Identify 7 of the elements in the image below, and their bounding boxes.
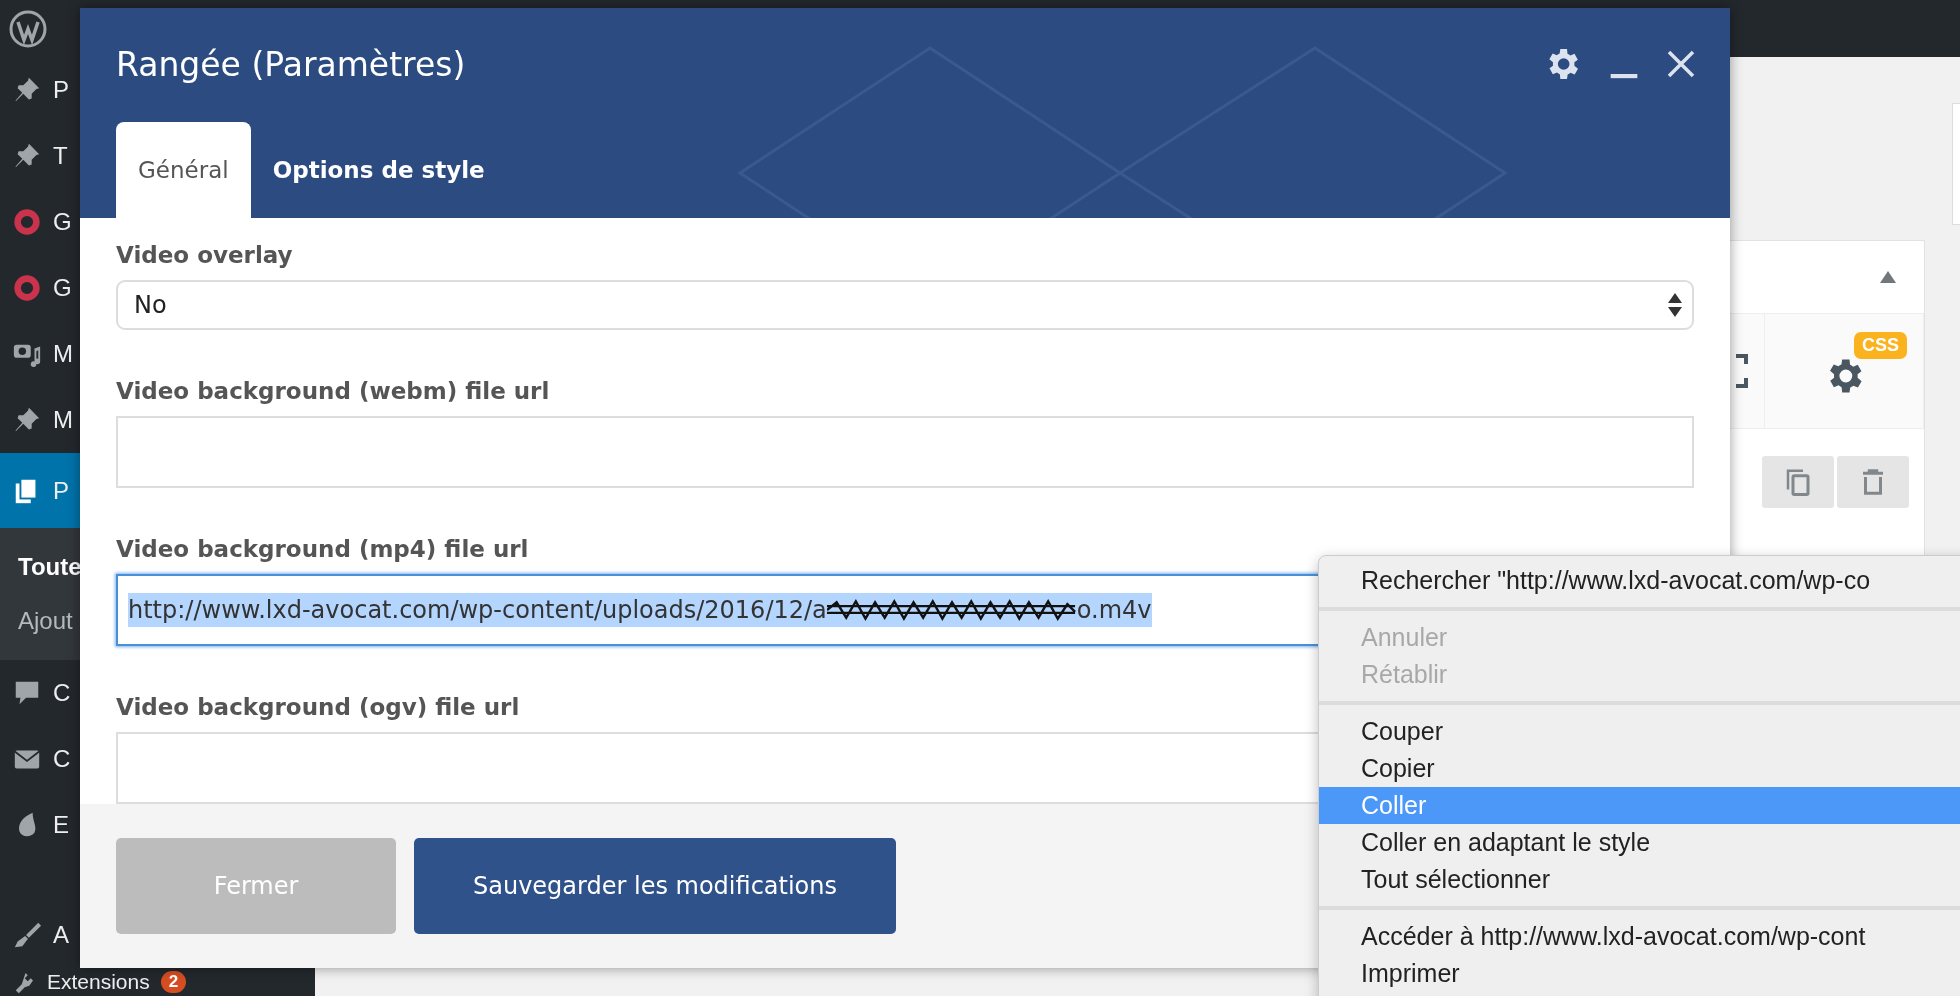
field-label: Video background (ogv) file url — [116, 694, 521, 720]
field-label: Video overlay — [116, 242, 294, 268]
field-label: Video background (webm) file url — [116, 378, 551, 404]
css-badge: CSS — [1854, 332, 1907, 359]
dialog-title: Rangée (Paramètres) — [116, 44, 466, 84]
update-count-badge: 2 — [160, 971, 187, 993]
field-label: Video background (mp4) file url — [116, 536, 530, 562]
